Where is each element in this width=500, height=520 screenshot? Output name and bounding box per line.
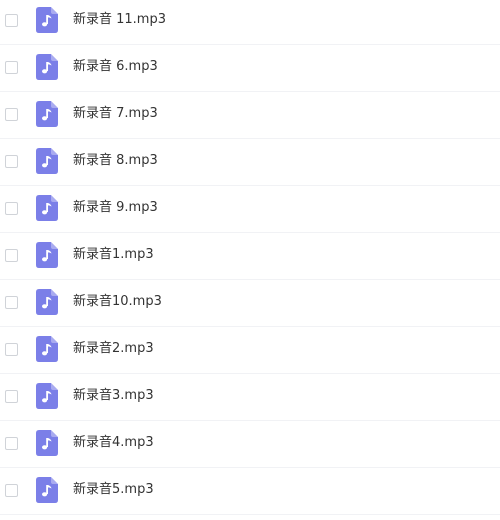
select-checkbox[interactable] bbox=[5, 61, 18, 74]
music-file-icon bbox=[36, 195, 58, 221]
music-file-icon bbox=[36, 430, 58, 456]
file-row[interactable]: 新录音10.mp3 bbox=[0, 280, 500, 327]
file-row[interactable]: 新录音1.mp3 bbox=[0, 233, 500, 280]
music-file-icon bbox=[36, 242, 58, 268]
music-file-icon bbox=[36, 54, 58, 80]
file-name[interactable]: 新录音4.mp3 bbox=[73, 434, 154, 452]
file-name[interactable]: 新录音1.mp3 bbox=[73, 246, 154, 264]
file-row[interactable]: 新录音 8.mp3 bbox=[0, 139, 500, 186]
file-name[interactable]: 新录音5.mp3 bbox=[73, 481, 154, 499]
select-checkbox[interactable] bbox=[5, 14, 18, 27]
select-checkbox[interactable] bbox=[5, 249, 18, 262]
file-row[interactable]: 新录音2.mp3 bbox=[0, 327, 500, 374]
file-row[interactable]: 新录音 11.mp3 bbox=[0, 0, 500, 45]
file-row[interactable]: 新录音5.mp3 bbox=[0, 468, 500, 515]
file-name[interactable]: 新录音10.mp3 bbox=[73, 293, 162, 311]
file-name[interactable]: 新录音3.mp3 bbox=[73, 387, 154, 405]
select-checkbox[interactable] bbox=[5, 155, 18, 168]
select-checkbox[interactable] bbox=[5, 437, 18, 450]
select-checkbox[interactable] bbox=[5, 202, 18, 215]
file-row[interactable]: 新录音3.mp3 bbox=[0, 374, 500, 421]
file-name[interactable]: 新录音 8.mp3 bbox=[73, 152, 158, 170]
music-file-icon bbox=[36, 289, 58, 315]
music-file-icon bbox=[36, 101, 58, 127]
file-name[interactable]: 新录音 7.mp3 bbox=[73, 105, 158, 123]
select-checkbox[interactable] bbox=[5, 108, 18, 121]
select-checkbox[interactable] bbox=[5, 390, 18, 403]
file-row[interactable]: 新录音 6.mp3 bbox=[0, 45, 500, 92]
file-row[interactable]: 新录音4.mp3 bbox=[0, 421, 500, 468]
select-checkbox[interactable] bbox=[5, 343, 18, 356]
file-row[interactable]: 新录音 7.mp3 bbox=[0, 92, 500, 139]
select-checkbox[interactable] bbox=[5, 484, 18, 497]
file-list: 新录音 11.mp3 新录音 6.mp3 新录音 7.mp3 新录音 8.mp3… bbox=[0, 0, 500, 515]
file-name[interactable]: 新录音 6.mp3 bbox=[73, 58, 158, 76]
file-name[interactable]: 新录音 11.mp3 bbox=[73, 11, 166, 29]
file-row[interactable]: 新录音 9.mp3 bbox=[0, 186, 500, 233]
select-checkbox[interactable] bbox=[5, 296, 18, 309]
file-name[interactable]: 新录音 9.mp3 bbox=[73, 199, 158, 217]
music-file-icon bbox=[36, 336, 58, 362]
music-file-icon bbox=[36, 383, 58, 409]
music-file-icon bbox=[36, 477, 58, 503]
music-file-icon bbox=[36, 148, 58, 174]
music-file-icon bbox=[36, 7, 58, 33]
file-name[interactable]: 新录音2.mp3 bbox=[73, 340, 154, 358]
